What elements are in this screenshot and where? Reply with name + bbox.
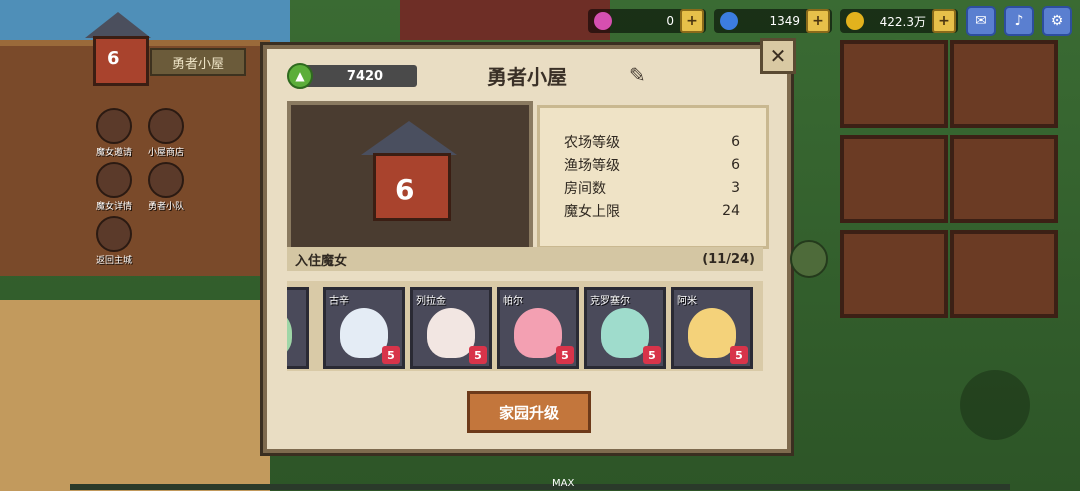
stat-label: 房间数 [564,180,606,197]
witch-card[interactable] [287,287,309,369]
witch-name: 克罗塞尔 [590,296,630,307]
witch-card[interactable]: 列拉金 5 [410,287,492,369]
add-pink-gem-button[interactable]: + [680,9,704,33]
witch-name: 列拉金 [416,296,446,307]
quest-icon[interactable] [790,240,828,278]
stat-label: 魔女上限 [564,203,620,220]
add-gold-button[interactable]: + [932,9,956,33]
witch-list[interactable]: 古辛 5 列拉金 5 帕尔 5 克罗塞尔 5 阿米 5 [287,281,763,371]
hut-label: 勇者小屋 [150,48,246,76]
return-icon [96,216,132,252]
stat-row: 房间数 3 [540,176,766,199]
residents-count: (11/24) [702,251,755,267]
crop-field[interactable] [840,40,948,128]
stat-label: 渔场等级 [564,157,620,174]
hand-action-button[interactable] [960,370,1030,440]
heart-level-badge: 5 [730,346,748,364]
blue-gem-icon [720,12,738,30]
gear-icon[interactable]: ⚙ [1042,6,1072,36]
witch-portrait [287,308,292,358]
home-upgrade-button[interactable]: 家园升级 [467,391,591,433]
experience-bar [70,484,1010,490]
hero-hut[interactable]: 6 [85,12,151,86]
stat-value: 3 [731,179,740,196]
max-label: MAX [552,478,575,489]
menu-label: 小屋商店 [148,148,185,158]
witch-portrait [688,308,736,358]
upgrade-arrow-icon: ▲ [287,63,313,89]
gold-coin-icon [846,12,864,30]
team-icon [148,162,184,198]
heart-level-badge: 5 [382,346,400,364]
hut-roof [85,12,151,38]
hut-wall [93,36,149,86]
pink-gem-counter: 0 + [588,9,706,33]
house-roof [361,121,457,155]
blue-gem-value: 1349 [769,14,800,28]
stats-panel: 农场等级 6 渔场等级 6 房间数 3 魔女上限 24 [537,105,769,249]
residents-header: 入住魔女 (11/24) [287,247,763,271]
stat-value: 6 [731,156,740,173]
stat-value: 24 [722,202,740,219]
witch-card[interactable]: 帕尔 5 [497,287,579,369]
add-blue-gem-button[interactable]: + [806,9,830,33]
stat-row: 农场等级 6 [540,130,766,153]
witch-name: 古辛 [329,296,349,307]
resource-bar: 0 + 1349 + 422.3万 + ✉ ♪ ⚙ [588,6,1072,36]
stat-value: 6 [731,133,740,150]
heart-level-badge: 5 [556,346,574,364]
witch-card[interactable]: 阿米 5 [671,287,753,369]
dirt-path [0,300,270,491]
hero-team-button[interactable]: 勇者小队 [148,162,184,212]
witch-portrait [427,308,475,358]
residents-label: 入住魔女 [295,253,348,269]
pencil-icon[interactable]: ✎ [629,63,655,89]
crop-field[interactable] [950,230,1058,318]
witch-name: 帕尔 [503,296,523,307]
gold-value: 422.3万 [879,14,926,29]
return-city-button[interactable]: 返回主城 [96,216,132,266]
score-badge: ▲ 7420 [287,63,417,89]
witch-card[interactable]: 古辛 5 [323,287,405,369]
menu-label: 魔女邀请 [96,148,133,158]
crop-field[interactable] [950,135,1058,223]
witch-detail-button[interactable]: 魔女详情 [96,162,132,212]
blue-gem-counter: 1349 + [714,9,832,33]
gold-counter: 422.3万 + [840,9,958,33]
witch-portrait [340,308,388,358]
witch-portrait [514,308,562,358]
shop-icon [148,108,184,144]
crop-field[interactable] [840,135,948,223]
hut-shop-button[interactable]: 小屋商店 [148,108,184,158]
building-roof [400,0,610,40]
crop-field[interactable] [950,40,1058,128]
witch-invite-icon [96,108,132,144]
witch-invite-button[interactable]: 魔女邀请 [96,108,132,158]
witch-name: 阿米 [677,296,697,307]
hut-level: 6 [107,48,120,69]
dialog-title: 勇者小屋 [487,65,567,89]
pink-gem-icon [594,12,612,30]
witch-portrait [601,308,649,358]
menu-label: 勇者小队 [148,202,185,212]
witch-card[interactable]: 克罗塞尔 5 [584,287,666,369]
stat-row: 渔场等级 6 [540,153,766,176]
stat-row: 魔女上限 24 [540,199,766,222]
score-value: 7420 [346,68,384,84]
house-portrait: 6 [287,101,533,251]
menu-label: 返回主城 [96,256,133,266]
speaker-icon[interactable]: ♪ [1004,6,1034,36]
witch-detail-icon [96,162,132,198]
stat-label: 农场等级 [564,134,620,151]
heart-level-badge: 5 [469,346,487,364]
house-level: 6 [395,173,415,206]
pink-gem-value: 0 [666,14,674,28]
hut-dialog: ▲ 7420 勇者小屋 ✎ 6 农场等级 6 渔场等级 6 房间数 3 魔女上限… [263,45,791,453]
close-icon[interactable]: ✕ [760,38,796,74]
menu-label: 魔女详情 [96,202,133,212]
mail-icon[interactable]: ✉ [966,6,996,36]
heart-level-badge: 5 [643,346,661,364]
crop-field[interactable] [840,230,948,318]
